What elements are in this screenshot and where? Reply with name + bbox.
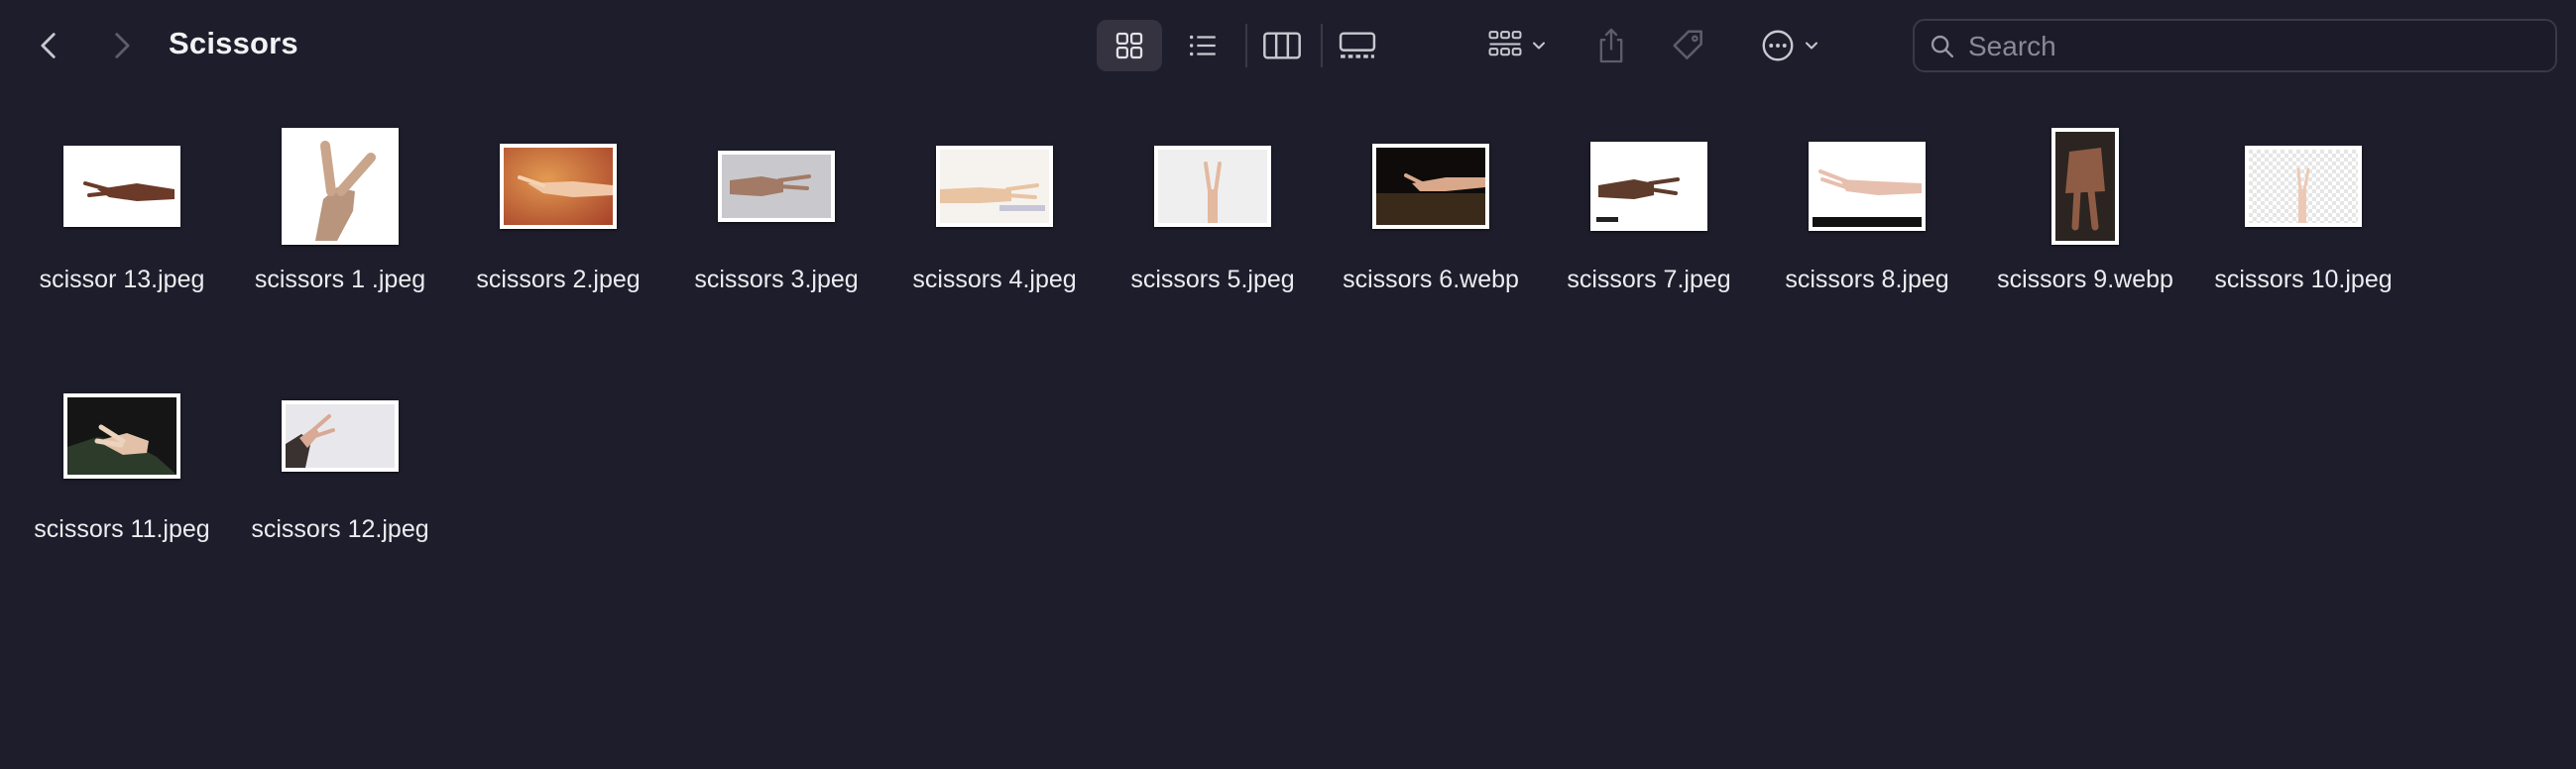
finder-window: Scissors Search scissor 13.jpeg scissors… [0, 0, 2576, 769]
search-input[interactable] [1966, 21, 2545, 72]
icon-view-button[interactable] [1097, 20, 1162, 71]
file-thumbnail [2245, 146, 2362, 227]
chevron-down-icon [1806, 42, 1817, 50]
group-by-button[interactable] [1477, 20, 1557, 71]
file-thumbnail [1372, 144, 1489, 229]
forward-button[interactable] [95, 20, 147, 71]
tag-icon [1673, 30, 1702, 59]
file-thumbnail [936, 146, 1053, 227]
back-button[interactable] [24, 20, 75, 71]
column-view-button[interactable] [1247, 20, 1317, 71]
gallery-icon [1339, 32, 1376, 58]
search-icon [1931, 35, 1954, 58]
file-item[interactable]: scissors 4.jpeg [885, 119, 1104, 317]
grid-icon [1115, 32, 1143, 59]
tag-button[interactable] [1664, 20, 1713, 71]
file-item[interactable]: scissors 9.webp [1976, 119, 2194, 317]
file-name: scissors 12.jpeg [251, 515, 429, 543]
file-thumbnail [1154, 146, 1271, 227]
file-item[interactable]: scissors 2.jpeg [449, 119, 667, 317]
file-item[interactable]: scissors 5.jpeg [1104, 119, 1322, 317]
file-thumbnail [282, 400, 399, 472]
file-item[interactable]: scissors 3.jpeg [667, 119, 885, 317]
file-thumbnail [63, 393, 180, 479]
file-item[interactable]: scissors 6.webp [1322, 119, 1540, 317]
file-thumbnail [500, 144, 617, 229]
file-item[interactable]: scissors 10.jpeg [2194, 119, 2412, 317]
share-icon [1599, 28, 1623, 63]
window-title: Scissors [169, 26, 298, 60]
file-item[interactable]: scissor 13.jpeg [13, 119, 231, 317]
file-thumbnail [718, 151, 835, 222]
file-item[interactable]: scissors 7.jpeg [1540, 119, 1758, 317]
share-button[interactable] [1586, 20, 1636, 71]
columns-icon [1263, 32, 1301, 59]
chevron-left-icon [41, 33, 56, 58]
group-grid-icon [1488, 31, 1522, 56]
more-actions-button[interactable] [1751, 20, 1830, 71]
file-item[interactable]: scissors 12.jpeg [231, 369, 449, 567]
file-thumbnail [282, 128, 399, 245]
chevron-right-icon [115, 33, 130, 58]
toolbar: Scissors [0, 0, 2576, 95]
file-thumbnail [1590, 142, 1707, 231]
file-name: scissors 10.jpeg [2214, 266, 2393, 293]
file-thumbnail [2051, 128, 2119, 245]
file-item[interactable]: scissors 1 .jpeg [231, 119, 449, 317]
ellipsis-circle-icon [1762, 30, 1794, 61]
file-thumbnail [1809, 142, 1926, 231]
search-field[interactable] [1913, 19, 2557, 72]
chevron-down-icon [1533, 42, 1545, 50]
list-icon [1189, 35, 1216, 56]
list-view-button[interactable] [1170, 20, 1235, 71]
file-item[interactable]: scissors 11.jpeg [13, 369, 231, 567]
file-item[interactable]: scissors 8.jpeg [1758, 119, 1976, 317]
file-thumbnail [63, 146, 180, 227]
gallery-view-button[interactable] [1323, 20, 1392, 71]
